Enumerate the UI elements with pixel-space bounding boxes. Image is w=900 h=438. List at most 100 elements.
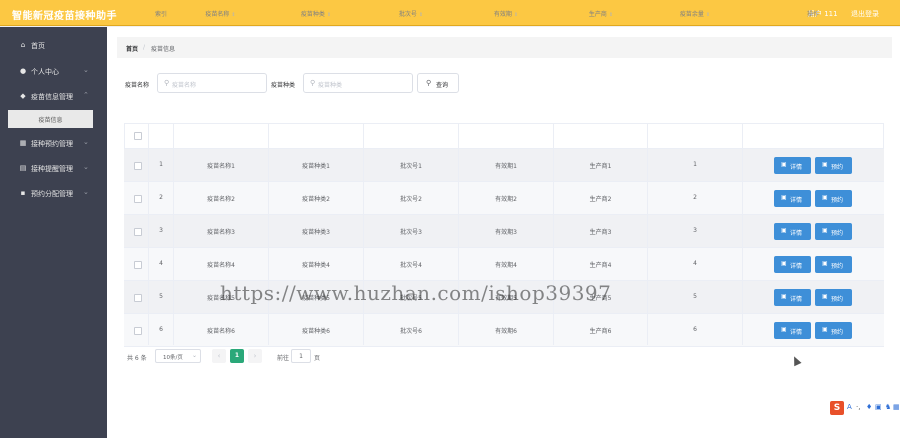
sort-icon: ⇕	[418, 12, 424, 18]
column-header-label: 疫苗余量	[679, 11, 704, 18]
row-checkbox[interactable]	[134, 327, 142, 335]
sidebar-item-vaccine-info[interactable]: ◆ 疫苗信息管理 ⌃	[0, 86, 107, 108]
sidebar-item-profile[interactable]: ● 个人中心 ⌄	[0, 61, 107, 83]
column-header-name[interactable]: 疫苗名称 ⇕	[174, 9, 267, 18]
next-page-button[interactable]: ›	[248, 349, 262, 363]
language-icon[interactable]: A	[847, 403, 852, 411]
chevron-down-icon: ⌄	[83, 188, 89, 196]
detail-icon: ▣	[781, 326, 787, 333]
reserve-button[interactable]: ▣ 预约	[815, 190, 852, 207]
cell-type: 疫苗种类6	[302, 328, 330, 335]
grid-icon: ▪	[20, 189, 26, 197]
ime-toolbar[interactable]: S A ·, ♦ ▣ ♞ ▦	[830, 401, 900, 415]
vaccine-type-input[interactable]: ⚲ 疫苗种类	[303, 73, 413, 93]
reserve-button[interactable]: ▣ 预约	[815, 223, 852, 240]
column-header-label: 疫苗名称	[205, 11, 230, 18]
vaccine-name-placeholder: 疫苗名称	[172, 82, 197, 89]
row-checkbox[interactable]	[134, 261, 142, 269]
detail-button[interactable]: ▣ 详情	[774, 223, 811, 240]
select-all-checkbox[interactable]	[134, 132, 142, 140]
sort-icon: ⇕	[608, 12, 614, 18]
goto-page-input[interactable]: 1	[291, 349, 311, 363]
breadcrumb-home[interactable]: 首页	[126, 44, 138, 53]
bell-icon: ▤	[19, 164, 27, 172]
row-checkbox[interactable]	[134, 162, 142, 170]
reserve-button-label: 预约	[831, 329, 844, 336]
column-header-batch[interactable]: 批次号 ⇕	[364, 9, 458, 18]
search-button[interactable]: ⚲ 查询	[417, 73, 459, 93]
cell-index: 1	[159, 161, 163, 168]
search-icon: ⚲	[310, 79, 316, 87]
breadcrumb	[117, 37, 892, 58]
sidebar-item-reminders[interactable]: ▤ 接种提醒管理 ⌄	[0, 158, 107, 180]
cell-expiry: 有效期6	[495, 328, 517, 335]
sidebar-item-appointments[interactable]: ▦ 接种预约管理 ⌄	[0, 133, 107, 155]
sidebar-item-label: 预约分配管理	[31, 190, 73, 198]
reserve-button[interactable]: ▣ 预约	[815, 322, 852, 339]
row-checkbox[interactable]	[134, 294, 142, 302]
sidebar-item-label: 接种提醒管理	[31, 165, 73, 173]
sort-icon: ⇕	[513, 12, 519, 18]
detail-button-label: 详情	[790, 296, 803, 303]
detail-button[interactable]: ▣ 详情	[774, 190, 811, 207]
goto-page-value: 1	[299, 353, 303, 360]
column-divider	[173, 123, 174, 345]
sidebar-subitem-vaccine[interactable]: 疫苗信息	[8, 110, 93, 128]
toolbox-icon[interactable]: ▦	[893, 403, 900, 411]
search-icon: ⚲	[426, 79, 432, 87]
row-checkbox[interactable]	[134, 228, 142, 236]
detail-button[interactable]: ▣ 详情	[774, 157, 811, 174]
column-header-stock[interactable]: 疫苗余量 ⇕	[648, 9, 742, 18]
page-number-current[interactable]: 1	[230, 349, 244, 363]
cell-batch: 批次号3	[400, 229, 422, 236]
detail-button-label: 详情	[790, 263, 803, 270]
cell-type: 疫苗种类1	[302, 163, 330, 170]
column-divider	[363, 123, 364, 345]
detail-button[interactable]: ▣ 详情	[774, 289, 811, 306]
reserve-button[interactable]: ▣ 预约	[815, 256, 852, 273]
search-button-label: 查询	[436, 82, 449, 89]
page-size-value: 10条/页	[163, 355, 183, 361]
microphone-icon[interactable]: ♦	[866, 403, 872, 411]
vaccine-name-input[interactable]: ⚲ 疫苗名称	[157, 73, 267, 93]
chevron-down-icon: ⌄	[83, 66, 89, 74]
reserve-button-label: 预约	[831, 197, 844, 204]
punctuation-icon[interactable]: ·,	[856, 403, 860, 411]
cell-batch: 批次号2	[400, 196, 422, 203]
cell-batch: 批次号6	[400, 328, 422, 335]
sort-icon: ⇕	[231, 12, 236, 18]
cell-index: 3	[159, 227, 163, 234]
reserve-button-label: 预约	[831, 296, 844, 303]
shirt-icon[interactable]: ♞	[885, 403, 891, 411]
detail-button[interactable]: ▣ 详情	[774, 256, 811, 273]
cell-name: 疫苗名称1	[207, 163, 235, 170]
cell-name: 疫苗名称6	[207, 328, 235, 335]
sidebar-item-home[interactable]: ⌂ 首页	[0, 35, 107, 57]
column-divider	[553, 123, 554, 345]
cell-expiry: 有效期3	[495, 229, 517, 236]
reserve-button-label: 预约	[831, 230, 844, 237]
reserve-icon: ▣	[822, 326, 828, 333]
column-header-type[interactable]: 疫苗种类 ⇕	[269, 9, 363, 18]
prev-page-button[interactable]: ‹	[212, 349, 226, 363]
column-header-maker[interactable]: 生产商 ⇕	[554, 9, 648, 18]
cell-type: 疫苗种类2	[302, 196, 330, 203]
cell-index: 4	[159, 260, 163, 267]
cell-stock: 5	[693, 293, 697, 300]
column-header-expiry[interactable]: 有效期 ⇕	[459, 9, 553, 18]
user-icon: ●	[19, 67, 27, 75]
reserve-button[interactable]: ▣ 预约	[815, 157, 852, 174]
cell-index: 2	[159, 194, 163, 201]
reserve-button[interactable]: ▣ 预约	[815, 289, 852, 306]
cell-stock: 3	[693, 227, 697, 234]
detail-button[interactable]: ▣ 详情	[774, 322, 811, 339]
cell-stock: 6	[693, 326, 697, 333]
sogou-logo-icon[interactable]: S	[830, 401, 844, 415]
page-size-select[interactable]: 10条/页 ⌄	[155, 349, 201, 363]
sidebar-item-allocation[interactable]: ▪ 预约分配管理 ⌄	[0, 183, 107, 205]
column-header-label: 有效期	[493, 11, 512, 18]
row-checkbox[interactable]	[134, 195, 142, 203]
column-header-actions: 操作	[806, 11, 819, 18]
keyboard-icon[interactable]: ▣	[875, 403, 882, 411]
vaccine-name-label: 疫苗名称	[125, 82, 150, 89]
